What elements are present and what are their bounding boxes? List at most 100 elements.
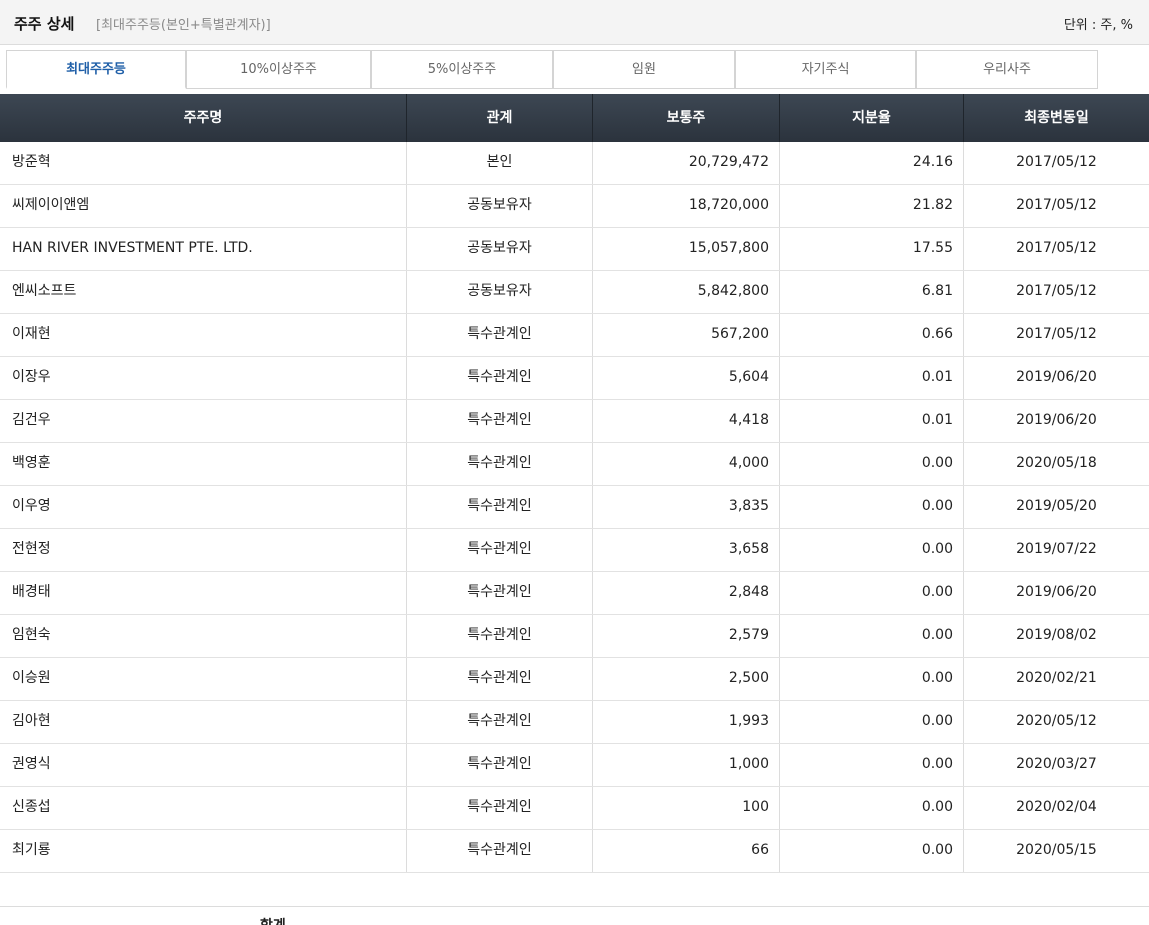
shareholder-name: 배경태 [12, 584, 51, 600]
last-change-date-cell: 2017/05/12 [1016, 283, 1097, 299]
relation-cell: 공동보유자 [467, 283, 532, 299]
relation-cell: 특수관계인 [467, 541, 532, 557]
tab-5pct-shareholders[interactable]: 5%이상주주 [371, 50, 553, 89]
ratio-cell: 0.00 [921, 756, 953, 772]
table-header: 주주명 관계 보통주 지분율 최종변동일 [0, 94, 1149, 142]
column-header-last-change-date[interactable]: 최종변동일 [964, 94, 1149, 142]
ratio-cell: 0.00 [921, 713, 953, 729]
shares-cell: 2,579 [728, 627, 769, 643]
table-row: 엔씨소프트 공동보유자 5,842,800 6.81 2017/05/12 [0, 271, 1149, 314]
table-row: 임현숙 특수관계인 2,579 0.00 2019/08/02 [0, 615, 1149, 658]
shares-cell: 100 [742, 799, 769, 815]
table-row: 김건우 특수관계인 4,418 0.01 2019/06/20 [0, 400, 1149, 443]
table-row: 권영식 특수관계인 1,000 0.00 2020/03/27 [0, 744, 1149, 787]
shares-cell: 20,729,472 [688, 154, 769, 170]
last-change-date-cell: 2020/05/18 [1016, 455, 1097, 471]
relation-cell: 공동보유자 [467, 240, 532, 256]
shareholder-name: HAN RIVER INVESTMENT PTE. LTD. [12, 240, 253, 256]
last-change-date-cell: 2017/05/12 [1016, 240, 1097, 256]
table-row: 전현정 특수관계인 3,658 0.00 2019/07/22 [0, 529, 1149, 572]
relation-cell: 특수관계인 [467, 842, 532, 858]
relation-cell: 특수관계인 [467, 799, 532, 815]
relation-cell: 특수관계인 [467, 412, 532, 428]
last-change-date-cell: 2017/05/12 [1016, 326, 1097, 342]
relation-cell: 특수관계인 [467, 326, 532, 342]
shares-cell: 3,835 [728, 498, 769, 514]
last-change-date-cell: 2020/05/15 [1016, 842, 1097, 858]
relation-cell: 공동보유자 [467, 197, 532, 213]
shares-cell: 1,000 [728, 756, 769, 772]
shareholder-name: 이장우 [12, 369, 51, 385]
shareholder-name: 이우영 [12, 498, 51, 514]
shares-cell: 1,993 [728, 713, 769, 729]
column-header-shares[interactable]: 보통주 [593, 94, 779, 142]
shares-cell: 66 [751, 842, 769, 858]
last-change-date-cell: 2020/03/27 [1016, 756, 1097, 772]
shares-cell: 2,500 [728, 670, 769, 686]
last-change-date-cell: 2019/05/20 [1016, 498, 1097, 514]
shareholder-name: 전현정 [12, 541, 51, 557]
shares-cell: 3,658 [728, 541, 769, 557]
ratio-cell: 0.00 [921, 455, 953, 471]
table-row: 배경태 특수관계인 2,848 0.00 2019/06/20 [0, 572, 1149, 615]
shares-cell: 2,848 [728, 584, 769, 600]
last-change-date-cell: 2020/02/21 [1016, 670, 1097, 686]
shares-cell: 4,000 [728, 455, 769, 471]
table-row: 백영훈 특수관계인 4,000 0.00 2020/05/18 [0, 443, 1149, 486]
last-change-date-cell: 2020/02/04 [1016, 799, 1097, 815]
ratio-cell: 0.01 [921, 369, 953, 385]
ratio-cell: 0.00 [921, 799, 953, 815]
shareholder-name: 방준혁 [12, 154, 51, 170]
ratio-cell: 17.55 [912, 240, 953, 256]
shares-cell: 5,604 [728, 369, 769, 385]
relation-cell: 특수관계인 [467, 498, 532, 514]
relation-cell: 특수관계인 [467, 584, 532, 600]
relation-cell: 특수관계인 [467, 455, 532, 471]
ratio-cell: 0.66 [921, 326, 953, 342]
table-row: 이재현 특수관계인 567,200 0.66 2017/05/12 [0, 314, 1149, 357]
tab-largest-shareholders[interactable]: 최대주주등 [6, 50, 186, 89]
page-subtitle: [최대주주등(본인+특별관계자)] [96, 18, 271, 33]
table-row: 씨제이이앤엠 공동보유자 18,720,000 21.82 2017/05/12 [0, 185, 1149, 228]
ratio-cell: 6.81 [921, 283, 953, 299]
relation-cell: 특수관계인 [467, 670, 532, 686]
shareholder-name: 엔씨소프트 [12, 283, 77, 299]
column-header-name[interactable]: 주주명 [0, 94, 406, 142]
shareholder-name: 임현숙 [12, 627, 51, 643]
ratio-cell: 24.16 [912, 154, 953, 170]
last-change-date-cell: 2019/06/20 [1016, 584, 1097, 600]
shares-cell: 18,720,000 [688, 197, 769, 213]
column-header-relation[interactable]: 관계 [407, 94, 592, 142]
last-change-date-cell: 2017/05/12 [1016, 154, 1097, 170]
table-row: 이장우 특수관계인 5,604 0.01 2019/06/20 [0, 357, 1149, 400]
page-title: 주주 상세 [14, 15, 75, 33]
unit-label: 단위 : 주, % [1063, 18, 1133, 33]
shareholder-name: 최기룡 [12, 842, 51, 858]
last-change-date-cell: 2020/05/12 [1016, 713, 1097, 729]
tab-bar: 최대주주등 10%이상주주 5%이상주주 임원 자기주식 우리사주 [0, 45, 1149, 94]
ratio-cell: 0.00 [921, 670, 953, 686]
ratio-cell: 0.01 [921, 412, 953, 428]
shareholder-name: 씨제이이앤엠 [12, 197, 90, 213]
shares-cell: 567,200 [711, 326, 769, 342]
relation-cell: 특수관계인 [467, 713, 532, 729]
table-row: 방준혁 본인 20,729,472 24.16 2017/05/12 [0, 142, 1149, 185]
tab-executives[interactable]: 임원 [553, 50, 735, 89]
table-row: 이우영 특수관계인 3,835 0.00 2019/05/20 [0, 486, 1149, 529]
shareholder-name: 이재현 [12, 326, 51, 342]
tab-employee-stock[interactable]: 우리사주 [916, 50, 1098, 89]
table-row: 김아현 특수관계인 1,993 0.00 2020/05/12 [0, 701, 1149, 744]
shareholder-name: 김아현 [12, 713, 51, 729]
ratio-cell: 0.00 [921, 627, 953, 643]
ratio-cell: 0.00 [921, 842, 953, 858]
relation-cell: 특수관계인 [467, 627, 532, 643]
shareholder-name: 권영식 [12, 756, 51, 772]
last-change-date-cell: 2019/06/20 [1016, 369, 1097, 385]
ratio-cell: 0.00 [921, 498, 953, 514]
relation-cell: 특수관계인 [467, 369, 532, 385]
table-row: 이승원 특수관계인 2,500 0.00 2020/02/21 [0, 658, 1149, 701]
tab-treasury-stock[interactable]: 자기주식 [735, 50, 916, 89]
ratio-cell: 0.00 [921, 584, 953, 600]
column-header-ratio[interactable]: 지분율 [780, 94, 963, 142]
tab-10pct-shareholders[interactable]: 10%이상주주 [186, 50, 371, 89]
